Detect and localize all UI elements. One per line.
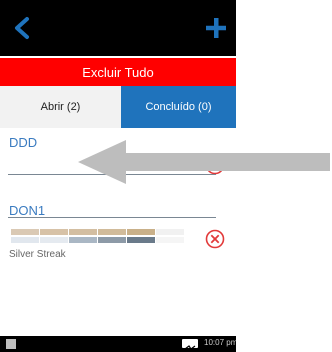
shade-name: Silver Streak	[9, 249, 66, 260]
tab-bar: Abrir (2) Concluído (0)	[0, 86, 236, 128]
item-divider	[8, 217, 216, 218]
notification-icon	[6, 339, 16, 349]
swatch	[11, 229, 39, 235]
swatch	[40, 237, 68, 243]
swatch	[40, 229, 68, 235]
item-title-don1[interactable]: DON1	[9, 203, 45, 218]
tab-completed[interactable]: Concluído (0)	[121, 86, 236, 128]
swatch	[69, 229, 97, 235]
item-title-ddd[interactable]: DDD	[9, 135, 37, 150]
status-time: 10:07 pm	[204, 338, 236, 347]
battery-charging-icon	[182, 339, 198, 350]
delete-all-button[interactable]: Excluir Tudo	[0, 58, 236, 86]
back-button[interactable]	[8, 14, 36, 42]
swatch	[127, 229, 155, 235]
top-bar	[0, 0, 236, 56]
status-bar: 10:07 pm	[0, 336, 236, 352]
arrow-left-icon	[78, 140, 330, 184]
swatch	[156, 229, 184, 235]
swatch	[98, 229, 126, 235]
swatch	[127, 237, 155, 243]
add-button[interactable]	[202, 14, 230, 42]
plus-icon	[206, 18, 226, 38]
tab-completed-label: Concluído (0)	[145, 101, 212, 113]
remove-circle-icon[interactable]	[204, 228, 226, 250]
delete-all-label: Excluir Tudo	[82, 64, 154, 80]
tab-open-label: Abrir (2)	[40, 101, 81, 113]
swatch	[11, 237, 39, 243]
swatch	[69, 237, 97, 243]
tab-open[interactable]: Abrir (2)	[0, 86, 121, 128]
swatch	[156, 237, 184, 243]
swatch	[98, 237, 126, 243]
chevron-left-icon	[15, 17, 29, 39]
